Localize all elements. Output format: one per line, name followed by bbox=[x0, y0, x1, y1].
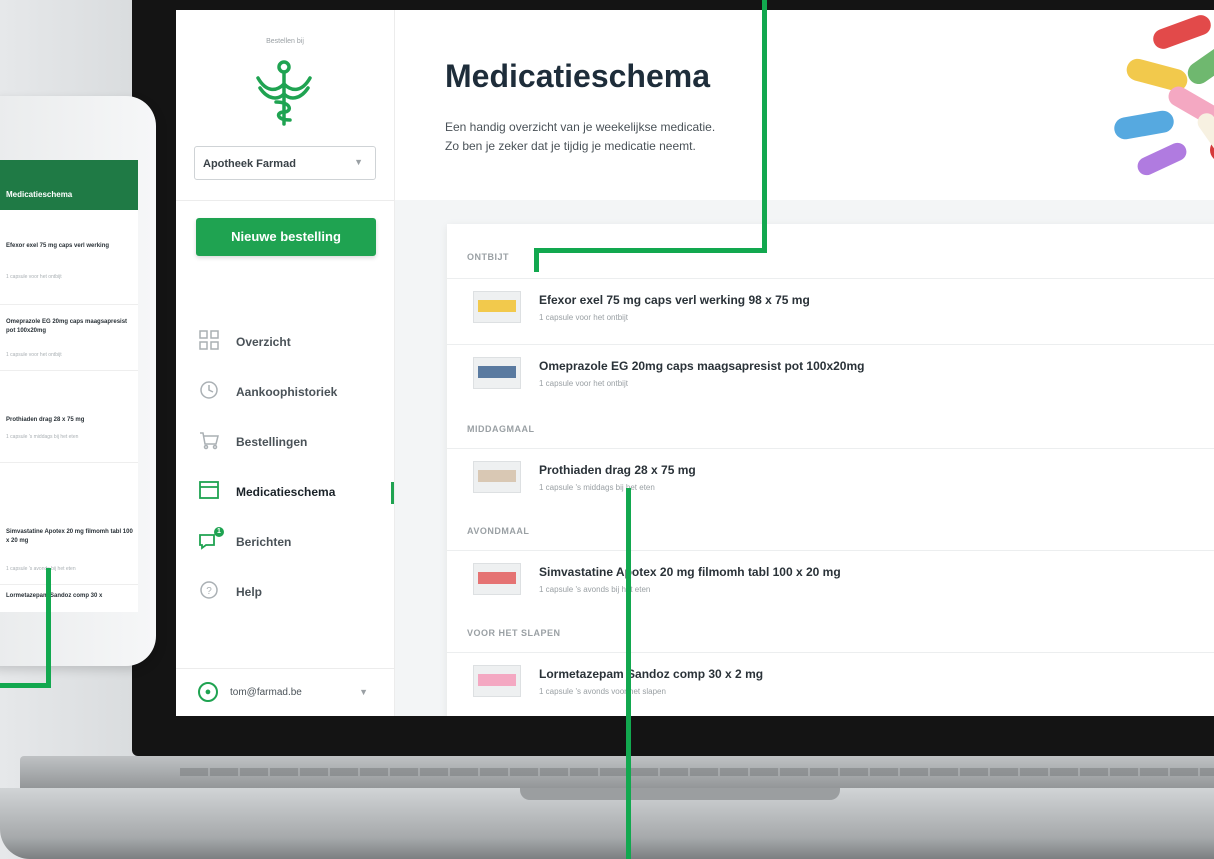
callout-line bbox=[626, 488, 631, 859]
phone-medication-name: Lormetazepam Sandoz comp 30 x bbox=[6, 593, 103, 599]
brand-tagline: Bestellen bij bbox=[266, 38, 304, 45]
sidebar-item-overzicht[interactable]: Overzicht bbox=[176, 318, 394, 368]
medication-dose: 1 capsule 's avonds bij het eten bbox=[539, 585, 651, 594]
divider bbox=[176, 200, 394, 201]
callout-line bbox=[0, 683, 51, 688]
page-header: Medicatieschema Een handig overzicht van… bbox=[395, 10, 1214, 200]
section-header: ONTBIJT bbox=[467, 252, 510, 262]
medication-row[interactable]: Lormetazepam Sandoz comp 30 x 2 mg 1 cap… bbox=[447, 652, 1214, 709]
medication-dose: 1 capsule 's avonds voor het slapen bbox=[539, 687, 666, 696]
medication-dose: 1 capsule voor het ontbijt bbox=[539, 313, 628, 322]
phone-medication-name: Efexor exel 75 mg caps verl werking bbox=[6, 243, 110, 249]
pharmacy-select[interactable]: Apotheek Farmad ▼ bbox=[194, 146, 376, 180]
medication-name: Omeprazole EG 20mg caps maagsapresist po… bbox=[539, 359, 865, 373]
medication-name: Simvastatine Apotex 20 mg filmomh tabl 1… bbox=[539, 565, 841, 579]
sidebar-item-label: Aankoophistoriek bbox=[236, 385, 338, 399]
sidebar: Bestellen bij Apotheek Farmad ▼ Nieuwe b… bbox=[176, 10, 395, 716]
laptop-base bbox=[0, 744, 1214, 859]
phone-medication-dose: 1 capsule 's middags bij het eten bbox=[6, 434, 79, 440]
grid-icon bbox=[198, 330, 220, 352]
new-order-button[interactable]: Nieuwe bestelling bbox=[196, 218, 376, 256]
phone-list-item[interactable]: Lormetazepam Sandoz comp 30 x bbox=[0, 584, 138, 612]
sidebar-item-label: Help bbox=[236, 585, 263, 599]
phone-list-item[interactable]: Simvastatine Apotex 20 mg filmomh tabl 1… bbox=[0, 462, 138, 585]
history-icon bbox=[198, 380, 220, 402]
page-subtitle: Een handig overzicht van je weekelijkse … bbox=[445, 118, 865, 156]
chevron-down-icon: ▼ bbox=[354, 157, 363, 167]
user-email: tom@farmad.be bbox=[230, 687, 302, 698]
callout-line bbox=[534, 248, 539, 272]
medication-row[interactable]: Prothiaden drag 28 x 75 mg 1 capsule 's … bbox=[447, 448, 1214, 505]
page-subtitle-line: Zo ben je zeker dat je tijdig je medicat… bbox=[445, 139, 696, 153]
page-subtitle-line: Een handig overzicht van je weekelijkse … bbox=[445, 120, 716, 134]
chevron-down-icon: ▼ bbox=[359, 687, 368, 697]
medication-thumbnail bbox=[473, 563, 521, 595]
main-content: Medicatieschema Een handig overzicht van… bbox=[395, 10, 1214, 716]
sidebar-item-bestellingen[interactable]: Bestellingen bbox=[176, 418, 394, 468]
sidebar-item-label: Medicatieschema bbox=[236, 485, 336, 499]
svg-text:?: ? bbox=[206, 586, 212, 597]
sidebar-item-label: Overzicht bbox=[236, 335, 291, 349]
laptop-screen: Bestellen bij Apotheek Farmad ▼ Nieuwe b… bbox=[176, 10, 1214, 716]
medication-name: Efexor exel 75 mg caps verl werking 98 x… bbox=[539, 293, 810, 307]
phone-device: Medicatieschema Efexor exel 75 mg caps v… bbox=[0, 96, 156, 666]
medication-schedule-card: ONTBIJT Efexor exel 75 mg caps verl werk… bbox=[447, 224, 1214, 716]
medication-thumbnail bbox=[473, 665, 521, 697]
phone-medication-name: Prothiaden drag 28 x 75 mg bbox=[6, 417, 85, 423]
user-avatar-icon: ● bbox=[198, 682, 218, 702]
page-title: Medicatieschema bbox=[445, 58, 711, 94]
medication-row[interactable]: Omeprazole EG 20mg caps maagsapresist po… bbox=[447, 344, 1214, 401]
pharmacy-logo-icon bbox=[256, 60, 312, 126]
medication-thumbnail bbox=[473, 461, 521, 493]
sidebar-nav: Overzicht Aankoophistoriek Bestellingen … bbox=[176, 318, 394, 618]
sidebar-item-label: Bestellingen bbox=[236, 435, 308, 449]
callout-line bbox=[46, 568, 51, 688]
pills-illustration-icon bbox=[1114, 15, 1214, 176]
section-header: MIDDAGMAAL bbox=[467, 424, 535, 434]
phone-app-header: Medicatieschema bbox=[0, 160, 138, 210]
section-header: AVONDMAAL bbox=[467, 526, 530, 536]
sidebar-item-berichten[interactable]: 1 Berichten bbox=[176, 518, 394, 568]
phone-medication-dose: 1 capsule voor het ontbijt bbox=[6, 352, 62, 358]
sidebar-item-medicatieschema[interactable]: Medicatieschema bbox=[176, 468, 394, 518]
keyboard-keys bbox=[180, 768, 1214, 776]
medication-dose: 1 capsule voor het ontbijt bbox=[539, 379, 628, 388]
phone-medication-name: Simvastatine Apotex 20 mg filmomh tabl 1… bbox=[6, 529, 133, 544]
medication-dose: 1 capsule 's middags bij het eten bbox=[539, 483, 655, 492]
phone-list-item[interactable]: Prothiaden drag 28 x 75 mg 1 capsule 's … bbox=[0, 370, 138, 463]
phone-page-title: Medicatieschema bbox=[6, 190, 73, 199]
callout-line bbox=[534, 248, 767, 253]
phone-list-item[interactable]: Efexor exel 75 mg caps verl werking 1 ca… bbox=[0, 226, 138, 305]
active-indicator bbox=[391, 482, 394, 504]
section-header: VOOR HET SLAPEN bbox=[467, 628, 561, 638]
phone-screen: Medicatieschema Efexor exel 75 mg caps v… bbox=[0, 160, 138, 612]
user-menu[interactable]: ● tom@farmad.be ▼ bbox=[198, 682, 378, 706]
medication-thumbnail bbox=[473, 357, 521, 389]
sidebar-item-help[interactable]: ? Help bbox=[176, 568, 394, 618]
medication-row[interactable]: Efexor exel 75 mg caps verl werking 98 x… bbox=[447, 278, 1214, 335]
divider bbox=[176, 668, 394, 669]
phone-medication-dose: 1 capsule 's avonds bij het eten bbox=[6, 566, 76, 572]
callout-line bbox=[762, 0, 767, 252]
phone-medication-name: Omeprazole EG 20mg caps maagsapresist po… bbox=[6, 319, 128, 334]
phone-medication-dose: 1 capsule voor het ontbijt bbox=[6, 274, 62, 280]
pharmacy-select-label: Apotheek Farmad bbox=[203, 158, 296, 170]
calendar-icon bbox=[198, 480, 220, 502]
unread-badge: 1 bbox=[214, 527, 224, 537]
medication-name: Lormetazepam Sandoz comp 30 x 2 mg bbox=[539, 667, 764, 681]
phone-list-item[interactable]: Omeprazole EG 20mg caps maagsapresist po… bbox=[0, 304, 138, 371]
laptop-notch bbox=[520, 788, 840, 800]
medication-name: Prothiaden drag 28 x 75 mg bbox=[539, 463, 696, 477]
sidebar-item-label: Berichten bbox=[236, 535, 292, 549]
cart-icon bbox=[198, 430, 220, 452]
medication-thumbnail bbox=[473, 291, 521, 323]
help-icon: ? bbox=[198, 580, 220, 602]
sidebar-item-aankoophistoriek[interactable]: Aankoophistoriek bbox=[176, 368, 394, 418]
medication-row[interactable]: Simvastatine Apotex 20 mg filmomh tabl 1… bbox=[447, 550, 1214, 607]
